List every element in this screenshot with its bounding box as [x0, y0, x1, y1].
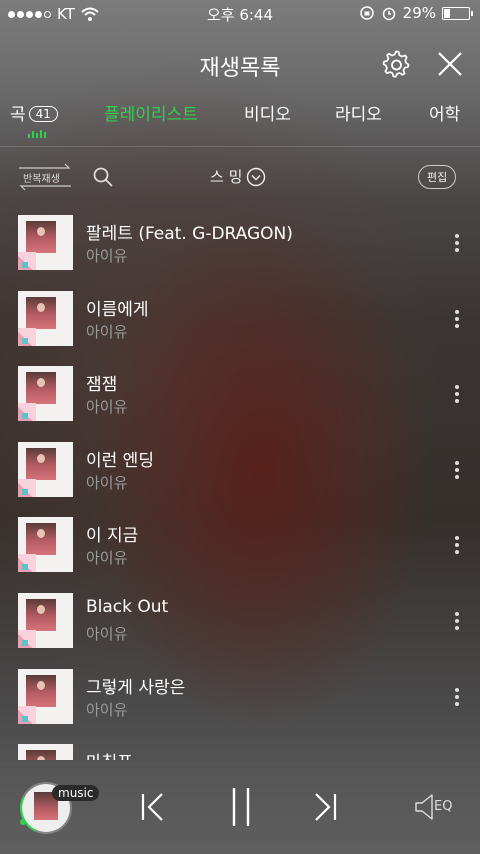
song-list: 팔레트 (Feat. G-DRAGON) 아이유 이름에게 아이유 잼잼 아이유…	[0, 208, 480, 760]
album-thumbnail	[18, 366, 73, 422]
album-thumbnail	[18, 668, 73, 724]
next-track-icon[interactable]	[310, 790, 340, 824]
artist-name: 아이유	[86, 322, 128, 341]
song-title: 그렇게 사랑은	[86, 677, 186, 698]
now-playing-indicator-icon	[28, 130, 46, 138]
album-thumbnail	[18, 441, 73, 497]
artist-name: 아이유	[86, 624, 128, 643]
album-thumbnail	[18, 744, 73, 760]
edit-button[interactable]: 편집	[418, 165, 457, 189]
song-title: 팔레트 (Feat. G-DRAGON)	[86, 224, 293, 244]
category-tabs: 곡 41 플레이리스트 비디오 라디오 어학	[0, 100, 480, 146]
list-item[interactable]: 마침표 아이유	[0, 737, 480, 760]
more-options-icon[interactable]	[455, 611, 459, 630]
song-count-badge: 41	[28, 106, 58, 122]
battery-icon	[442, 6, 473, 20]
repeat-button[interactable]: 반복재생	[17, 162, 73, 191]
sort-dropdown[interactable]: 스 밍	[210, 166, 266, 187]
close-icon[interactable]	[436, 50, 464, 78]
song-title: 이런 엔딩	[86, 450, 154, 471]
list-item[interactable]: 이 지금 아이유	[0, 510, 480, 586]
gear-icon[interactable]	[382, 50, 412, 80]
divider	[0, 146, 480, 147]
tab-radio[interactable]: 라디오	[335, 100, 382, 125]
list-item[interactable]: 이름에게 아이유	[0, 284, 480, 360]
status-right: 29%	[359, 4, 473, 22]
tab-songs[interactable]: 곡 41	[10, 100, 58, 125]
chevron-down-icon	[247, 167, 266, 186]
album-thumbnail	[18, 517, 73, 573]
mini-player: music EQ	[0, 762, 480, 854]
list-item[interactable]: 잼잼 아이유	[0, 359, 480, 435]
battery-percent: 29%	[402, 4, 436, 22]
song-title: 마침표	[86, 748, 133, 760]
more-options-icon[interactable]	[455, 385, 459, 404]
header: 재생목록	[0, 44, 480, 84]
tab-label: 곡	[10, 105, 26, 125]
equalizer-button[interactable]: EQ	[414, 792, 460, 822]
music-tag: music	[52, 785, 100, 801]
pause-icon[interactable]	[226, 786, 256, 828]
tab-language[interactable]: 어학	[429, 100, 460, 125]
more-options-icon[interactable]	[455, 687, 459, 706]
search-icon[interactable]	[92, 166, 114, 188]
alarm-icon	[382, 7, 395, 21]
more-options-icon[interactable]	[455, 536, 459, 555]
list-toolbar: 반복재생 스 밍 편집	[0, 160, 480, 194]
more-options-icon[interactable]	[455, 460, 459, 479]
album-thumbnail	[18, 290, 73, 346]
album-thumbnail	[18, 215, 73, 270]
artist-name: 아이유	[86, 247, 128, 265]
song-title: Black Out	[86, 596, 169, 617]
more-options-icon[interactable]	[455, 234, 459, 252]
eq-label: EQ	[434, 799, 453, 814]
more-options-icon[interactable]	[455, 309, 459, 328]
artist-name: 아이유	[86, 549, 128, 568]
tab-playlist[interactable]: 플레이리스트	[104, 100, 198, 125]
list-item[interactable]: 이런 엔딩 아이유	[0, 435, 480, 511]
song-title: 잼잼	[86, 375, 118, 396]
artist-name: 아이유	[86, 473, 128, 492]
list-item[interactable]: 그렇게 사랑은 아이유	[0, 662, 480, 738]
previous-track-icon[interactable]	[138, 790, 168, 824]
progress-dot	[20, 819, 26, 825]
list-item[interactable]: 팔레트 (Feat. G-DRAGON) 아이유	[0, 208, 480, 284]
artist-name: 아이유	[86, 398, 128, 417]
artist-name: 아이유	[86, 700, 128, 719]
tab-video[interactable]: 비디오	[244, 100, 291, 125]
album-thumbnail	[18, 592, 73, 648]
status-bar: KT 오후 6:44 29%	[0, 0, 480, 28]
song-title: 이 지금	[86, 526, 139, 547]
rotation-lock-icon	[359, 6, 374, 20]
repeat-label: 반복재생	[23, 174, 60, 185]
song-title: 이름에게	[86, 299, 149, 320]
list-item[interactable]: Black Out 아이유	[0, 586, 480, 662]
sort-label: 스 밍	[210, 168, 243, 186]
